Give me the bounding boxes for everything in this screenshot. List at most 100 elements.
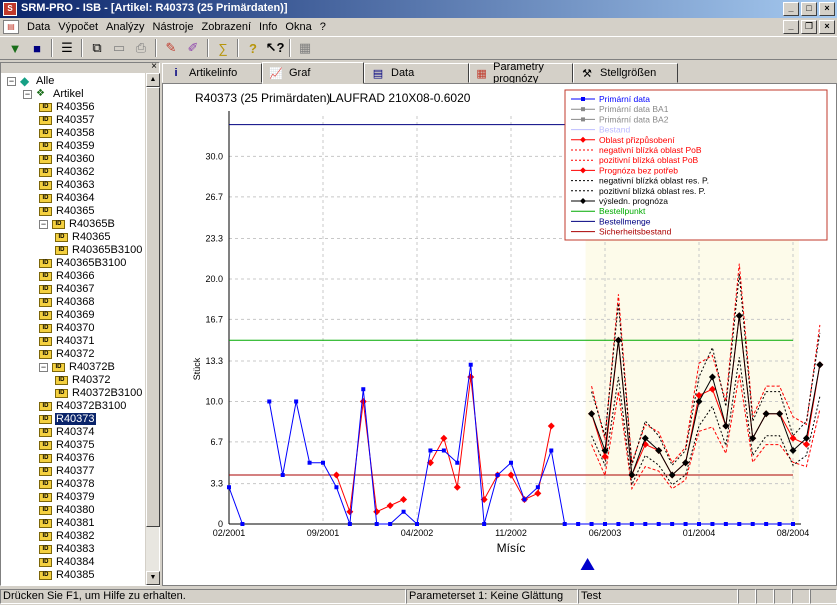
- tree-item[interactable]: ID R40356: [39, 101, 96, 114]
- tree-item[interactable]: ID R40365B3100: [55, 244, 143, 257]
- series-primary-marker: [750, 522, 755, 526]
- tree-item[interactable]: ID R40372B3100: [39, 400, 127, 413]
- scroll-down-icon[interactable]: ▼: [146, 571, 160, 585]
- id-card-icon: ID: [39, 141, 52, 151]
- tree-item[interactable]: ID R40383: [39, 543, 96, 556]
- collapse-icon[interactable]: −: [7, 76, 16, 86]
- tree-item[interactable]: ID R40357: [39, 114, 96, 127]
- collapse-icon[interactable]: −: [23, 89, 32, 99]
- tree-item[interactable]: ID R40373: [39, 413, 96, 426]
- tree-folder[interactable]: − ID R40365B: [39, 218, 116, 231]
- tree-item[interactable]: ID R40365B3100: [39, 257, 127, 270]
- tree-item[interactable]: ID R40371: [39, 335, 96, 348]
- menu-info[interactable]: Info: [255, 21, 281, 33]
- tree-root[interactable]: − ◆ Alle: [7, 75, 55, 88]
- collapse-icon[interactable]: −: [39, 219, 48, 229]
- tree-item[interactable]: ID R40377: [39, 465, 96, 478]
- tree-item[interactable]: ID R40372: [39, 348, 96, 361]
- tree-item[interactable]: ID R40368: [39, 296, 96, 309]
- tree-item[interactable]: ID R40385: [39, 569, 96, 582]
- calc-all-icon[interactable]: ✐: [182, 38, 204, 58]
- series-primary-marker: [535, 485, 540, 490]
- tree-item[interactable]: ID R40364: [39, 192, 96, 205]
- series-primary-marker: [428, 448, 433, 453]
- tree-folder[interactable]: − ❖ Artikel: [23, 88, 85, 101]
- tree-item[interactable]: ID R40360: [39, 153, 96, 166]
- chart-title: R40373 (25 Primärdaten): [195, 91, 330, 105]
- menu-data[interactable]: Data: [23, 21, 54, 33]
- menu-zobrazeni[interactable]: Zobrazení: [198, 21, 256, 33]
- tree-item[interactable]: ID R40366: [39, 270, 96, 283]
- tree-item[interactable]: ID R40367: [39, 283, 96, 296]
- tree-item[interactable]: ID R40384: [39, 556, 96, 569]
- id-card-icon: ID: [39, 427, 52, 437]
- document-icon[interactable]: ▤: [3, 20, 19, 34]
- tree-item[interactable]: ID R40378: [39, 478, 96, 491]
- child-close-button[interactable]: ×: [819, 20, 835, 34]
- id-card-icon: ID: [39, 479, 52, 489]
- tree-item[interactable]: ID R40372: [55, 374, 112, 387]
- legend-marker: [581, 117, 585, 122]
- tree-item[interactable]: ID R40358: [39, 127, 96, 140]
- list-icon[interactable]: ☰: [56, 38, 78, 58]
- calendar-icon[interactable]: ▦: [294, 38, 316, 58]
- tab-stellgroessen[interactable]: ⚒ Stellgrößen: [573, 63, 678, 83]
- maximize-button[interactable]: □: [801, 2, 817, 16]
- tree-item[interactable]: ID R40362: [39, 166, 96, 179]
- menu-help[interactable]: ?: [316, 21, 330, 33]
- tree-item[interactable]: ID R40365: [39, 205, 96, 218]
- scroll-thumb[interactable]: [146, 87, 160, 527]
- tree-item[interactable]: ID R40376: [39, 452, 96, 465]
- sum-icon[interactable]: ∑: [212, 38, 234, 58]
- id-card-icon: ID: [39, 505, 52, 515]
- tab-graf[interactable]: 📈 Graf: [262, 62, 364, 84]
- tree-item[interactable]: ID R40382: [39, 530, 96, 543]
- child-restore-button[interactable]: ❐: [801, 20, 817, 34]
- srm-app-icon[interactable]: S: [3, 2, 17, 16]
- close-button[interactable]: ×: [819, 2, 835, 16]
- legend-marker: [581, 107, 585, 112]
- help-icon[interactable]: ?: [242, 38, 264, 58]
- context-help-icon[interactable]: ↖?: [264, 38, 286, 58]
- series-primary-marker: [468, 362, 473, 367]
- child-minimize-button[interactable]: _: [783, 20, 799, 34]
- collapse-icon[interactable]: −: [39, 362, 48, 372]
- id-card-icon: ID: [39, 531, 52, 541]
- tree-item[interactable]: ID R40381: [39, 517, 96, 530]
- tree-item[interactable]: ID R40372B3100: [55, 387, 143, 400]
- minimize-button[interactable]: _: [783, 2, 799, 16]
- tab-data[interactable]: ▤ Data: [364, 63, 469, 83]
- tree-item[interactable]: ID R40359: [39, 140, 96, 153]
- print-icon[interactable]: ⎙: [130, 38, 152, 58]
- paste-icon[interactable]: ▭: [108, 38, 130, 58]
- series-primary-marker: [670, 522, 675, 526]
- series-primary-marker: [455, 460, 460, 465]
- copy-icon[interactable]: ⧉: [86, 38, 108, 58]
- save-icon[interactable]: ■: [26, 38, 48, 58]
- menu-okna[interactable]: Okna: [281, 21, 315, 33]
- article-tree: − ◆ Alle − ❖ Artikel ID R40356 ID R40357 ID R40358…: [1, 73, 146, 585]
- tree-item[interactable]: ID R40380: [39, 504, 96, 517]
- tab-parametry-prognozy[interactable]: ▦ Parametry prognózy: [469, 61, 573, 85]
- filter-icon[interactable]: ▼: [4, 38, 26, 58]
- tree-item[interactable]: ID R40379: [39, 491, 96, 504]
- menu-vypocet[interactable]: Výpočet: [54, 21, 102, 33]
- scroll-up-icon[interactable]: ▲: [146, 73, 160, 87]
- series-oblast-marker: [440, 434, 448, 442]
- tree-item[interactable]: ID R40369: [39, 309, 96, 322]
- tree-item[interactable]: ID R40365: [55, 231, 112, 244]
- tab-strip: i Artikelinfo 📈 Graf ▤ Data ▦ Parametry prog…: [162, 61, 837, 85]
- calc-icon[interactable]: ✎: [160, 38, 182, 58]
- menu-analyzy[interactable]: Analýzy: [102, 21, 149, 33]
- tree-item[interactable]: ID R40374: [39, 426, 96, 439]
- tree-item[interactable]: ID R40370: [39, 322, 96, 335]
- tree-folder[interactable]: − ID R40372B: [39, 361, 116, 374]
- menu-nastroje[interactable]: Nástroje: [149, 21, 198, 33]
- close-icon[interactable]: ×: [151, 61, 157, 72]
- series-primary-marker: [549, 448, 554, 453]
- tab-artikelinfo[interactable]: i Artikelinfo: [162, 63, 262, 83]
- id-card-icon: ID: [39, 271, 52, 281]
- tree-scrollbar[interactable]: ▲ ▼: [145, 73, 160, 585]
- tree-item[interactable]: ID R40375: [39, 439, 96, 452]
- tree-item[interactable]: ID R40363: [39, 179, 96, 192]
